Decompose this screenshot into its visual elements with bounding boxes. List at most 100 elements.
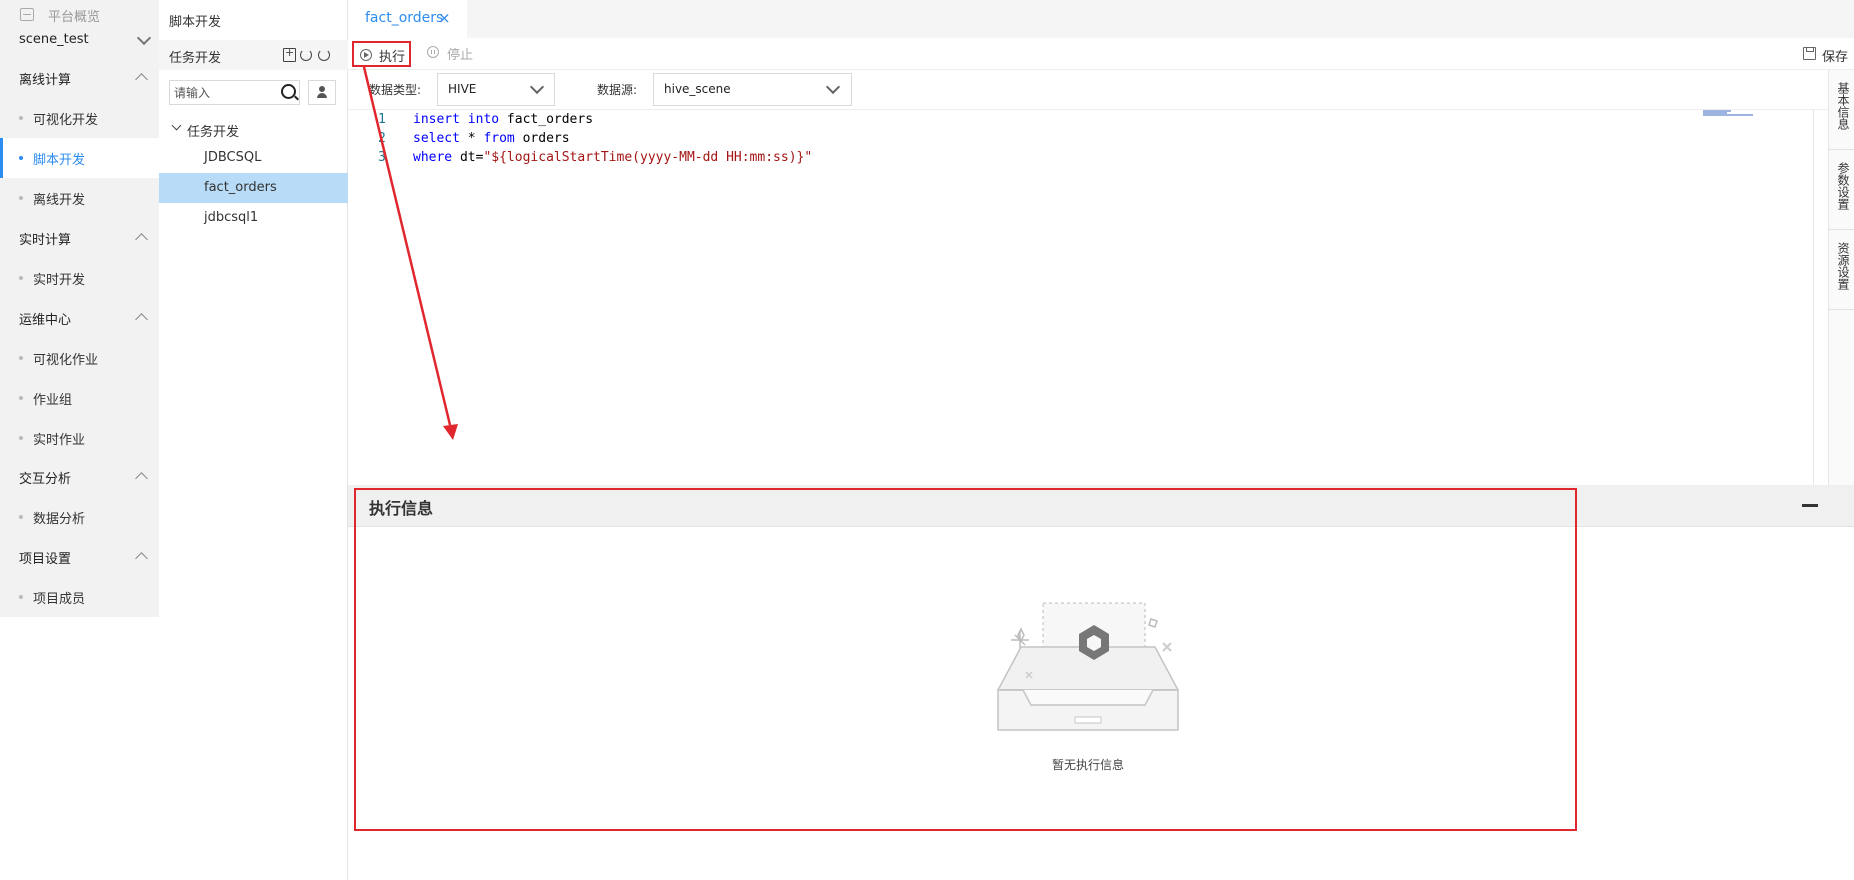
close-icon[interactable]: × [438,9,451,27]
nav-group-label: 项目设置 [19,552,72,567]
nav-item-label: 脚本开发 [33,153,86,168]
bullet-icon [19,116,23,120]
tree-folder[interactable]: 任务开发 [159,116,348,142]
sync-icon[interactable] [300,49,312,61]
platform-overview-link[interactable]: 平台概览 [0,0,159,30]
nav-group-label: 离线计算 [19,73,72,88]
save-icon [1803,47,1816,60]
run-label: 执行 [379,50,406,65]
task-tree-panel: 脚本开发 任务开发 任务开发 JDBCSQL fact_orders jdbcs… [159,0,348,880]
chevron-up-icon [135,73,148,86]
nav-item-label: 作业组 [33,393,73,408]
line-number: 1 [378,112,386,127]
side-tab-params[interactable]: 参数设置 [1829,150,1854,230]
search-icon[interactable] [281,84,296,99]
data-type-label: 数据类型: [369,83,422,97]
tree-node-label: jdbcsql1 [204,210,259,225]
user-filter-button[interactable] [308,80,336,105]
minimap[interactable] [1703,110,1753,116]
nav-item-label: 数据分析 [33,512,86,527]
nav-group-project-settings[interactable]: 项目设置 [0,537,159,577]
active-indicator [0,138,3,178]
nav-group-label: 实时计算 [19,233,72,248]
nav-group-realtime[interactable]: 实时计算 [0,218,159,258]
new-file-icon[interactable] [283,46,296,62]
data-source-value: hive_scene [664,82,731,96]
chevron-up-icon [135,313,148,326]
chevron-down-icon [825,79,841,95]
play-icon [360,49,372,61]
nav-item-offline-dev[interactable]: 离线开发 [0,178,159,218]
user-icon [317,86,327,99]
chevron-up-icon [135,552,148,565]
save-label: 保存 [1822,50,1849,65]
toolbar: 执行 停止 保存 [348,38,1854,70]
nav-item-script-dev[interactable]: 脚本开发 [0,138,159,178]
side-tab-basic-info[interactable]: 基本信息 [1829,70,1854,150]
tree-node-selected[interactable]: fact_orders [159,173,348,203]
bullet-icon [19,595,23,599]
nav-item-visual-dev[interactable]: 可视化开发 [0,98,159,138]
panel-title: 脚本开发 [169,15,222,30]
pause-icon [427,46,439,58]
stop-button[interactable]: 停止 [427,43,483,65]
project-select[interactable]: scene_test [0,28,159,56]
nav-item-realtime-jobs[interactable]: 实时作业 [0,418,159,458]
task-dev-header: 任务开发 [159,40,348,70]
data-type-value: HIVE [448,82,477,96]
tree-node[interactable]: JDBCSQL [159,143,348,173]
line-number: 3 [378,150,386,165]
line-number: 2 [378,131,386,146]
config-row: 数据类型: HIVE 数据源: hive_scene [348,70,1828,110]
tree-node[interactable]: jdbcsql1 [159,203,348,233]
side-tab-resources[interactable]: 资源设置 [1829,230,1854,310]
task-dev-label: 任务开发 [169,51,222,66]
project-name: scene_test [19,32,89,47]
nav-item-label: 项目成员 [33,592,86,607]
bullet-icon [19,156,23,160]
side-tab-label: 资源设置 [1836,242,1850,290]
tab-bar: fact_orders × [348,0,1854,38]
search-input[interactable] [174,84,274,102]
tab-label: fact_orders [365,10,444,26]
save-button[interactable]: 保存 [1803,46,1853,65]
app-window: 平台概览 scene_test 离线计算 可视化开发 脚本开发 离线开发 实时计… [0,0,1854,880]
empty-inbox-icon [996,602,1180,731]
tree-node-label: JDBCSQL [204,150,262,165]
left-nav: 平台概览 scene_test 离线计算 可视化开发 脚本开发 离线开发 实时计… [0,0,159,617]
code-text: insert into fact_orders [413,112,594,127]
data-type-select[interactable]: HIVE [437,73,555,106]
nav-item-project-members[interactable]: 项目成员 [0,577,159,617]
overview-icon [20,8,34,21]
chevron-down-icon [171,120,182,131]
nav-item-visual-jobs[interactable]: 可视化作业 [0,338,159,378]
nav-item-realtime-dev[interactable]: 实时开发 [0,258,159,298]
nav-item-label: 离线开发 [33,193,86,208]
nav-group-offline[interactable]: 离线计算 [0,58,159,98]
nav-item-job-groups[interactable]: 作业组 [0,378,159,418]
minimize-icon[interactable] [1802,504,1818,507]
refresh-icon[interactable] [318,49,330,61]
tree-node-label: fact_orders [204,180,277,195]
bullet-icon [19,196,23,200]
side-tab-bar: 基本信息 参数设置 资源设置 [1828,70,1854,485]
run-button[interactable]: 执行 [352,41,411,67]
highlight-box [354,488,1577,831]
chevron-up-icon [135,233,148,246]
code-text: select * from orders [413,131,570,146]
code-editor[interactable]: 1 insert into fact_orders 2 select * fro… [348,110,1814,485]
tab-fact-orders[interactable]: fact_orders × [348,0,467,38]
data-source-select[interactable]: hive_scene [653,73,852,106]
nav-item-label: 实时开发 [33,273,86,288]
search-box [169,80,300,105]
platform-overview-label: 平台概览 [48,10,101,25]
nav-group-interactive[interactable]: 交互分析 [0,457,159,497]
chevron-down-icon [136,30,152,46]
nav-group-ops[interactable]: 运维中心 [0,298,159,338]
bullet-icon [19,436,23,440]
nav-item-label: 可视化作业 [33,353,99,368]
chevron-up-icon [135,472,148,485]
data-source-label: 数据源: [597,83,638,97]
nav-item-data-analysis[interactable]: 数据分析 [0,497,159,537]
main-area: fact_orders × 执行 停止 保存 数据类型: HIVE 数据源: h… [348,0,1854,880]
